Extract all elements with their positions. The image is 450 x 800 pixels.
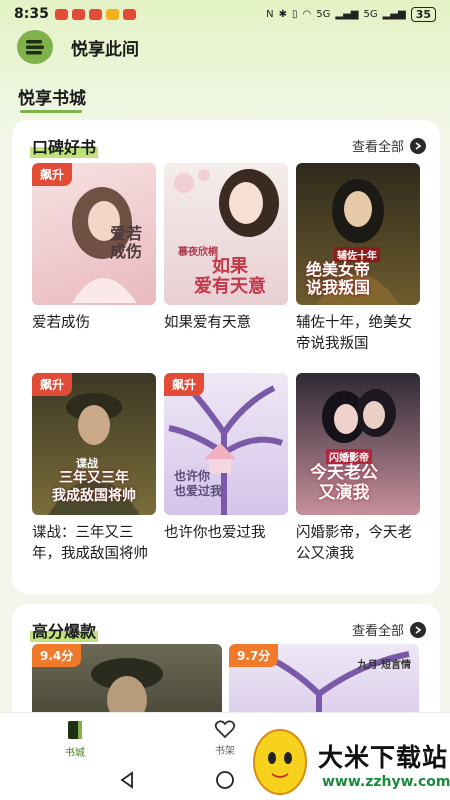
mascot-icon <box>253 729 307 795</box>
arrow-right-icon <box>410 621 426 638</box>
home-icon[interactable] <box>214 769 236 791</box>
cover-title: 绝美女帝 说我叛国 <box>306 260 371 297</box>
cover-title: 三年又三年 我成敌国将帅 <box>52 470 136 504</box>
battery-indicator: 35 <box>410 6 436 22</box>
see-all-button[interactable]: 查看全部 <box>352 620 426 639</box>
arrow-right-icon <box>410 137 426 154</box>
badge-trending: 飙升 <box>32 373 73 396</box>
see-all-label: 查看全部 <box>351 624 404 639</box>
app-title: 悦享此间 <box>71 39 139 60</box>
cover-title: 也许你 也爱过我 <box>174 469 223 498</box>
cover-title: 爱若 成伤 <box>110 224 143 261</box>
book-title: 辅佐十年，绝美女帝说我叛国 <box>296 315 412 352</box>
book-item[interactable]: 飙升 谍战 三年又三年 我成敌国将帅 谍战：三年又三年，我成敌国将帅 <box>32 373 156 565</box>
book-item[interactable]: 飙升 也许你 也爱过我 也许你也爱过我 <box>164 373 288 544</box>
watermark-text: 大米下载站 <box>318 743 449 772</box>
signal-icon: ▂▄▆ <box>382 8 406 20</box>
section-title: 口碑好书 <box>30 134 99 158</box>
book-item[interactable]: 飙升 爱若 成伤 爱若成伤 <box>32 163 156 334</box>
book-title: 爱若成伤 <box>32 315 90 331</box>
heart-icon <box>214 720 236 739</box>
notification-icon <box>71 8 85 20</box>
notification-icon <box>105 8 119 20</box>
app-bar: 悦享此间 <box>17 30 139 64</box>
book-icon <box>68 721 82 739</box>
book-item[interactable]: 慕夜欣桐 如果 爱有天意 如果爱有天意 <box>164 163 288 334</box>
cover-author: 九月·短言情 <box>357 660 411 671</box>
book-cover: 辅佐十年 绝美女帝 说我叛国 <box>296 163 420 305</box>
cover-title: 如果 爱有天意 <box>194 256 266 297</box>
back-icon[interactable] <box>118 770 138 790</box>
notification-icon <box>88 8 102 20</box>
book-cover: 飙升 也许你 也爱过我 <box>164 373 288 515</box>
book-cover: 慕夜欣桐 如果 爱有天意 <box>164 163 288 305</box>
section-title: 高分爆款 <box>30 618 99 642</box>
book-cover: 飙升 爱若 成伤 <box>32 163 156 305</box>
book-item[interactable]: 辅佐十年 绝美女帝 说我叛国 辅佐十年，绝美女帝说我叛国 <box>296 163 420 355</box>
see-all-button[interactable]: 查看全部 <box>352 136 426 155</box>
signal-label-1: 5G <box>316 8 331 20</box>
watermark-url: www.zzhyw.com <box>322 774 450 790</box>
badge-score: 9.4分 <box>32 644 82 667</box>
book-cover: 闪婚影帝 今天老公 又演我 <box>296 373 420 515</box>
cover-subtitle: 闪婚影帝 <box>326 449 372 464</box>
book-title: 闪婚影帝，今天老公又演我 <box>296 525 412 562</box>
book-item[interactable]: 闪婚影帝 今天老公 又演我 闪婚影帝，今天老公又演我 <box>296 373 420 565</box>
section-card-top-rated: 口碑好书 查看全部 飙升 爱若 成伤 爱若成伤 慕夜欣桐 如果 爱有天意 如果爱… <box>12 120 440 594</box>
badge-score: 9.7分 <box>229 644 279 667</box>
status-bar: 8:35 N ✱ ▯ ◠ 5G ▂▄▆ 5G ▂▄▆ 35 <box>0 0 450 28</box>
signal-label-2: 5G <box>363 8 378 20</box>
nav-item-bookstore[interactable]: 书城 <box>45 719 105 759</box>
notification-icon <box>122 8 136 20</box>
book-title: 如果爱有天意 <box>164 315 251 331</box>
nfc-icon: N <box>266 8 274 20</box>
tab-indicator <box>20 110 82 113</box>
book-title: 也许你也爱过我 <box>164 525 266 541</box>
watermark: 大米下载站 www.zzhyw.com <box>244 718 450 800</box>
vibrate-icon: ▯ <box>292 8 298 20</box>
bluetooth-icon: ✱ <box>278 8 288 20</box>
badge-trending: 飙升 <box>164 373 205 396</box>
app-logo-icon[interactable] <box>17 30 53 64</box>
book-title: 谍战：三年又三年，我成敌国将帅 <box>32 525 148 562</box>
cover-title: 今天老公 又演我 <box>310 463 378 503</box>
nav-label: 书城 <box>65 748 85 759</box>
signal-icon: ▂▄▆ <box>335 8 359 20</box>
tab-bookstore[interactable]: 悦享书城 <box>18 84 86 109</box>
book-cover: 飙升 谍战 三年又三年 我成敌国将帅 <box>32 373 156 515</box>
notification-icon <box>54 8 68 20</box>
wifi-icon: ◠ <box>302 8 312 20</box>
see-all-label: 查看全部 <box>351 140 404 155</box>
status-time: 8:35 <box>14 6 49 22</box>
badge-trending: 飙升 <box>32 163 73 186</box>
